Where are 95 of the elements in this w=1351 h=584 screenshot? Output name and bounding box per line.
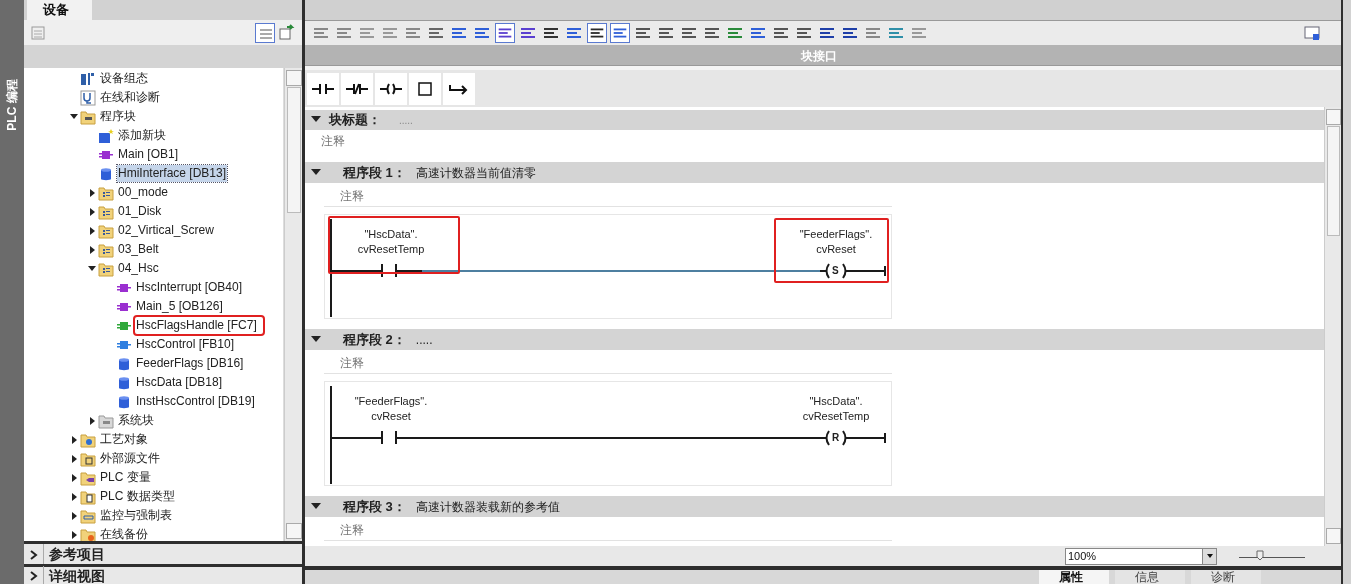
folder-icon [80, 431, 96, 448]
folder-icon [80, 108, 96, 125]
empty-box-icon[interactable] [409, 73, 441, 105]
coil-icon[interactable] [375, 73, 407, 105]
side-tab-label[interactable]: PLC 编程 [3, 71, 21, 139]
table-arrow-icon[interactable] [278, 22, 296, 41]
operand-label: "HscData". [809, 394, 863, 409]
operand-label: cvReset [816, 242, 856, 257]
tree-item[interactable]: 在线备份 [99, 526, 149, 541]
tree-item[interactable]: 在线和诊断 [99, 89, 161, 106]
folder-icon [80, 450, 96, 467]
tree-item[interactable]: 添加新块 [117, 127, 167, 144]
collapse-caret-icon[interactable] [311, 502, 321, 511]
database-icon [116, 374, 132, 391]
tree-item[interactable]: HscFlagsHandle [FC7] [135, 317, 263, 334]
folder-icon [98, 222, 114, 239]
tree-item[interactable]: 00_mode [117, 184, 170, 201]
tree-item[interactable]: 工艺对象 [99, 431, 149, 448]
folder-icon [98, 260, 114, 277]
block-title-label: 块标题： [329, 111, 381, 130]
network-comment[interactable]: 注释 [340, 520, 364, 539]
inspector-tab[interactable]: 信息 [1115, 570, 1185, 584]
scrollbar[interactable] [1324, 107, 1341, 546]
tree-item[interactable]: 监控与强制表 [99, 507, 173, 524]
operand-label: "FeederFlags". [354, 394, 428, 409]
tree-item[interactable]: Main [OB1] [117, 146, 180, 163]
scrollbar[interactable] [284, 68, 302, 541]
tree-item[interactable]: PLC 变量 [99, 469, 152, 486]
tree-item[interactable]: HscInterrupt [OB40] [135, 279, 244, 296]
network-label: 程序段 2： [343, 330, 406, 349]
operand-label: cvResetTemp [802, 409, 870, 424]
operand-label: cvReset [371, 409, 411, 424]
device-config-icon [80, 70, 96, 87]
folder-icon [98, 184, 114, 201]
inspector-tab[interactable]: 诊断 [1191, 570, 1261, 584]
network-label: 程序段 1： [343, 163, 406, 182]
stethoscope-icon [80, 89, 96, 106]
coil-letter: R [832, 431, 840, 445]
collapse-caret-icon[interactable] [311, 335, 321, 344]
tree-item[interactable]: 01_Disk [117, 203, 163, 220]
contact-symbol[interactable] [331, 431, 422, 444]
operand-label: "HscData". [364, 227, 418, 242]
folder-icon [98, 412, 114, 429]
contact-symbol[interactable] [331, 264, 422, 277]
side-tab-strip[interactable]: PLC 编程 [0, 0, 24, 584]
panel-header[interactable]: 详细视图 [49, 565, 105, 584]
operand-label: cvResetTemp [357, 242, 425, 257]
network-title[interactable]: 高速计数器当前值清零 [415, 163, 536, 182]
tree-item[interactable]: 03_Belt [117, 241, 160, 258]
toolbar-tool-icon[interactable] [587, 23, 607, 43]
new-block-icon [98, 127, 114, 144]
collapse-caret-icon[interactable] [311, 168, 321, 177]
network-label: 程序段 3： [343, 497, 406, 516]
inspector-tab[interactable]: 属性 [1039, 570, 1109, 584]
coil-symbol[interactable] [820, 263, 886, 279]
network-title[interactable]: ..... [415, 330, 433, 349]
tree-item[interactable]: 程序块 [99, 108, 137, 125]
folder-icon [80, 526, 96, 541]
network-comment[interactable]: 注释 [340, 186, 364, 205]
folder-icon [80, 469, 96, 486]
tree-item[interactable]: 02_Virtical_Screw [117, 222, 215, 239]
operand-label: "FeederFlags". [799, 227, 873, 242]
tree-item[interactable]: HscControl [FB10] [135, 336, 236, 353]
coil-symbol[interactable] [820, 430, 886, 446]
list-view-icon[interactable] [255, 22, 275, 43]
database-icon [116, 355, 132, 372]
normally-closed-contact-icon[interactable] [341, 73, 373, 105]
tree-item[interactable]: PLC 数据类型 [99, 488, 176, 505]
toolbar-tool-icon[interactable] [495, 23, 515, 43]
window-layout-icon[interactable] [1303, 24, 1321, 42]
database-icon [98, 165, 114, 182]
network-title[interactable]: 高速计数器装载新的参考值 [415, 497, 560, 516]
zoom-slider[interactable] [1239, 549, 1305, 563]
folder-icon [98, 203, 114, 220]
tree-item[interactable]: HscData [DB18] [135, 374, 224, 391]
tree-item[interactable]: FeederFlags [DB16] [135, 355, 245, 372]
normally-open-contact-icon[interactable] [307, 73, 339, 105]
tree-item[interactable]: Main_5 [OB126] [135, 298, 224, 315]
network-comment[interactable]: 注释 [340, 353, 364, 372]
zoom-field[interactable]: 100% [1065, 547, 1217, 565]
panel-tab[interactable]: 设备 [27, 0, 92, 20]
tree-item[interactable]: HmiInterface [DB13] [117, 165, 228, 182]
folder-icon [80, 488, 96, 505]
tree-item[interactable]: 系统块 [117, 412, 155, 429]
block-comment[interactable]: 注释 [321, 132, 345, 150]
folder-icon [80, 507, 96, 524]
folder-icon [98, 241, 114, 258]
collapse-caret-icon[interactable] [311, 116, 321, 124]
tree-item[interactable]: InstHscControl [DB19] [135, 393, 256, 410]
coil-letter: S [832, 264, 839, 278]
tree-item[interactable]: 外部源文件 [99, 450, 161, 467]
slider-thumb[interactable] [1256, 550, 1265, 561]
tree-item[interactable]: 04_Hsc [117, 260, 160, 277]
database-icon [116, 393, 132, 410]
tree-item[interactable]: 设备组态 [99, 70, 149, 87]
